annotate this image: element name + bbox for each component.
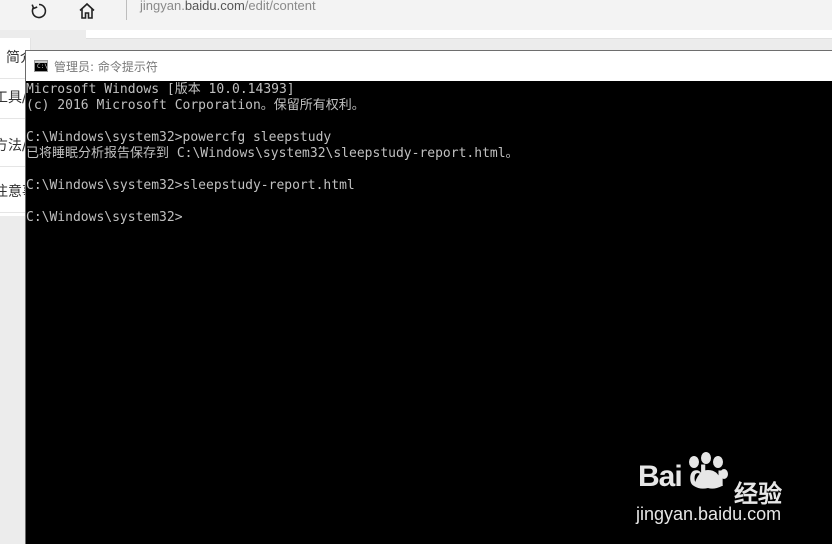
address-separator: [126, 0, 127, 20]
cmd-window-title: 管理员: 命令提示符: [54, 60, 158, 74]
cmd-titlebar[interactable]: C:\ 管理员: 命令提示符: [26, 50, 832, 82]
url-host: baidu.com: [184, 0, 245, 13]
baidu-paw-icon: [689, 452, 728, 489]
reload-icon[interactable]: [24, 0, 54, 22]
url-path: /edit/content: [244, 0, 316, 13]
watermark: Bai du 经验 jingyan.baidu.com: [636, 452, 806, 532]
console-line: Microsoft Windows [版本 10.0.14393]: [26, 82, 295, 97]
console-line: 已将睡眠分析报告保存到 C:\Windows\system32\sleepstu…: [26, 146, 519, 161]
command-prompt-icon: C:\: [34, 60, 48, 72]
console-line: C:\Windows\system32>sleepstudy-report.ht…: [26, 178, 355, 193]
console-prompt-line[interactable]: C:\Windows\system32>: [26, 210, 832, 226]
url-prefix: jingyan.: [140, 0, 185, 13]
console-line: (c) 2016 Microsoft Corporation。保留所有权利。: [26, 98, 365, 113]
home-icon[interactable]: [72, 0, 102, 22]
address-bar[interactable]: jingyan.baidu.com/edit/content: [140, 0, 316, 13]
console-line: C:\Windows\system32>powercfg sleepstudy: [26, 130, 332, 145]
background-page-header: [86, 30, 832, 39]
watermark-url: jingyan.baidu.com: [636, 504, 782, 524]
browser-toolbar: jingyan.baidu.com/edit/content: [0, 0, 832, 30]
